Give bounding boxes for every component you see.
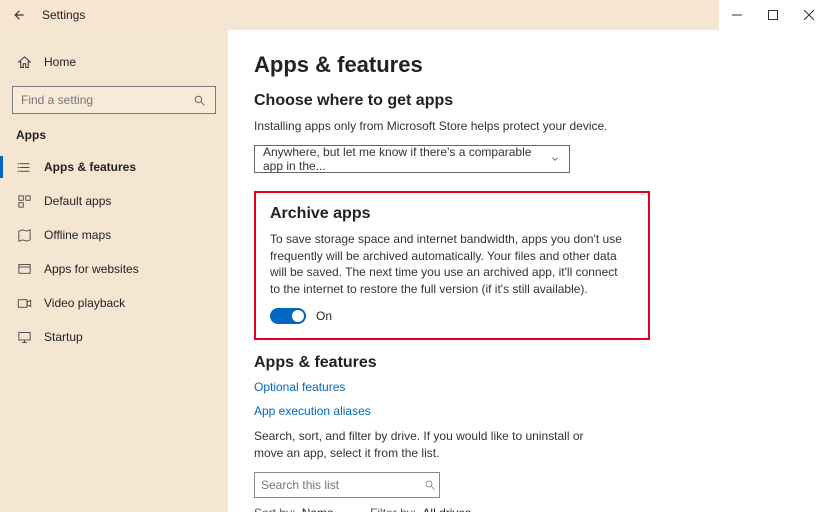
- sidebar-search-input[interactable]: [21, 93, 185, 107]
- close-icon: [804, 10, 814, 20]
- back-button[interactable]: [10, 6, 28, 24]
- archive-apps-highlight: Archive apps To save storage space and i…: [254, 191, 650, 340]
- titlebar: Settings: [0, 0, 827, 30]
- home-icon: [16, 54, 32, 70]
- apps-search-box[interactable]: [254, 472, 440, 498]
- video-icon: [16, 295, 32, 311]
- archive-apps-desc: To save storage space and internet bandw…: [270, 231, 630, 298]
- sidebar-item-label: Startup: [44, 330, 83, 344]
- sidebar-item-apps-features[interactable]: Apps & features: [0, 150, 228, 184]
- apps-features-desc: Search, sort, and filter by drive. If yo…: [254, 428, 614, 462]
- home-nav[interactable]: Home: [0, 48, 228, 76]
- app-source-value: Anywhere, but let me know if there's a c…: [263, 145, 547, 173]
- close-button[interactable]: [791, 0, 827, 30]
- apps-features-heading: Apps & features: [254, 354, 801, 372]
- search-icon: [191, 92, 207, 108]
- sidebar-item-offline-maps[interactable]: Offline maps: [0, 218, 228, 252]
- optional-features-link[interactable]: Optional features: [254, 380, 801, 394]
- sidebar-item-label: Offline maps: [44, 228, 111, 242]
- apps-search-input[interactable]: [261, 478, 416, 492]
- choose-where-heading: Choose where to get apps: [254, 92, 801, 110]
- archive-toggle-label: On: [316, 309, 332, 323]
- sort-by-dropdown[interactable]: Sort by: Name: [254, 506, 348, 512]
- minimize-button[interactable]: [719, 0, 755, 30]
- sort-filter-row: Sort by: Name Filter by: All drives: [254, 506, 801, 512]
- maximize-button[interactable]: [755, 0, 791, 30]
- default-apps-icon: [16, 193, 32, 209]
- sidebar: Home Apps Apps & features Default apps O…: [0, 30, 228, 512]
- archive-apps-toggle[interactable]: [270, 308, 306, 324]
- chevron-down-icon: [547, 151, 563, 167]
- sidebar-item-apps-for-websites[interactable]: Apps for websites: [0, 252, 228, 286]
- map-icon: [16, 227, 32, 243]
- home-label: Home: [44, 55, 76, 69]
- page-title: Apps & features: [254, 52, 801, 78]
- arrow-left-icon: [12, 8, 26, 22]
- sidebar-item-default-apps[interactable]: Default apps: [0, 184, 228, 218]
- window-title: Settings: [42, 8, 85, 22]
- search-icon: [422, 477, 438, 493]
- sidebar-item-label: Apps & features: [44, 160, 136, 174]
- app-source-dropdown[interactable]: Anywhere, but let me know if there's a c…: [254, 145, 570, 173]
- choose-where-desc: Installing apps only from Microsoft Stor…: [254, 118, 801, 135]
- sidebar-item-label: Apps for websites: [44, 262, 139, 276]
- content-area: Apps & features Choose where to get apps…: [228, 30, 827, 512]
- filter-by-dropdown[interactable]: Filter by: All drives: [370, 506, 485, 512]
- sidebar-nav: Apps & features Default apps Offline map…: [0, 150, 228, 354]
- list-icon: [16, 159, 32, 175]
- sidebar-search[interactable]: [12, 86, 216, 114]
- app-execution-aliases-link[interactable]: App execution aliases: [254, 404, 801, 418]
- sidebar-item-startup[interactable]: Startup: [0, 320, 228, 354]
- window-icon: [16, 261, 32, 277]
- sidebar-item-label: Video playback: [44, 296, 125, 310]
- maximize-icon: [768, 10, 778, 20]
- startup-icon: [16, 329, 32, 345]
- window-buttons: [719, 0, 827, 30]
- minimize-icon: [732, 10, 742, 20]
- archive-apps-heading: Archive apps: [270, 205, 634, 223]
- sidebar-item-label: Default apps: [44, 194, 111, 208]
- sidebar-item-video-playback[interactable]: Video playback: [0, 286, 228, 320]
- sidebar-category: Apps: [0, 128, 228, 150]
